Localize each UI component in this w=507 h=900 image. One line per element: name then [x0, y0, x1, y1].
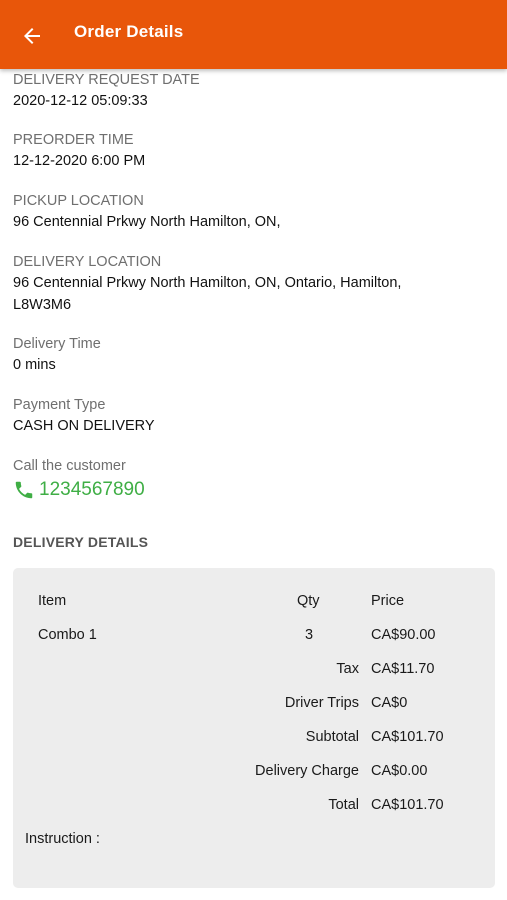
column-header-price: Price — [371, 593, 405, 609]
back-button[interactable] — [18, 22, 46, 50]
item-price: CA$90.00 — [371, 627, 436, 643]
delivery-request-date-field: DELIVERY REQUEST DATE 2020-12-12 05:09:3… — [13, 70, 200, 112]
payment-type-field: Payment Type CASH ON DELIVERY — [13, 395, 155, 437]
delivery-details-title: DELIVERY DETAILS — [13, 534, 149, 550]
payment-type-label: Payment Type — [13, 397, 106, 413]
preorder-time-value: 12-12-2020 6:00 PM — [13, 153, 146, 169]
delivery-request-date-label: DELIVERY REQUEST DATE — [13, 72, 200, 88]
delivery-time-value: 0 mins — [13, 357, 56, 373]
delivery-details-card: Item Qty Price Combo 1 3 CA$90.00 Tax CA… — [13, 568, 495, 888]
preorder-time-field: PREORDER TIME 12-12-2020 6:00 PM — [13, 130, 145, 172]
summary-value-driver-trips: CA$0 — [371, 695, 408, 711]
delivery-request-date-value: 2020-12-12 05:09:33 — [13, 93, 148, 109]
delivery-time-field: Delivery Time 0 mins — [13, 334, 101, 376]
summary-label-total: Total — [328, 797, 359, 813]
summary-value-total: CA$101.70 — [371, 797, 444, 813]
app-bar: Order Details — [0, 0, 507, 69]
pickup-location-label: PICKUP LOCATION — [13, 193, 144, 209]
delivery-location-value-line1: 96 Centennial Prkwy North Hamilton, ON, … — [13, 275, 402, 291]
delivery-location-value-line2: L8W3M6 — [13, 297, 72, 313]
summary-label-delivery-charge: Delivery Charge — [255, 763, 359, 779]
phone-number[interactable]: 1234567890 — [39, 479, 145, 501]
column-header-item: Item — [38, 593, 67, 609]
delivery-location-field: DELIVERY LOCATION 96 Centennial Prkwy No… — [13, 252, 495, 316]
phone-icon — [15, 481, 33, 499]
summary-value-delivery-charge: CA$0.00 — [371, 763, 428, 779]
arrow-left-icon — [24, 28, 40, 44]
pickup-location-value: 96 Centennial Prkwy North Hamilton, ON, — [13, 214, 281, 230]
item-qty: 3 — [305, 627, 314, 643]
pickup-location-field: PICKUP LOCATION 96 Centennial Prkwy Nort… — [13, 191, 495, 233]
payment-type-value: CASH ON DELIVERY — [13, 418, 155, 434]
phone-link[interactable]: 1234567890 — [13, 479, 145, 501]
summary-label-subtotal: Subtotal — [305, 729, 359, 745]
summary-label-tax: Tax — [336, 661, 359, 677]
item-name: Combo 1 — [38, 627, 97, 643]
instruction-label: Instruction : — [25, 831, 100, 847]
call-customer-field: Call the customer 1234567890 — [13, 456, 145, 501]
column-header-qty: Qty — [297, 593, 320, 609]
call-customer-label: Call the customer — [13, 458, 126, 474]
summary-value-subtotal: CA$101.70 — [371, 729, 444, 745]
summary-value-tax: CA$11.70 — [371, 661, 435, 677]
delivery-location-label: DELIVERY LOCATION — [13, 254, 162, 270]
delivery-time-label: Delivery Time — [13, 336, 101, 352]
summary-label-driver-trips: Driver Trips — [284, 695, 359, 711]
preorder-time-label: PREORDER TIME — [13, 132, 134, 148]
page-title: Order Details — [74, 22, 184, 41]
